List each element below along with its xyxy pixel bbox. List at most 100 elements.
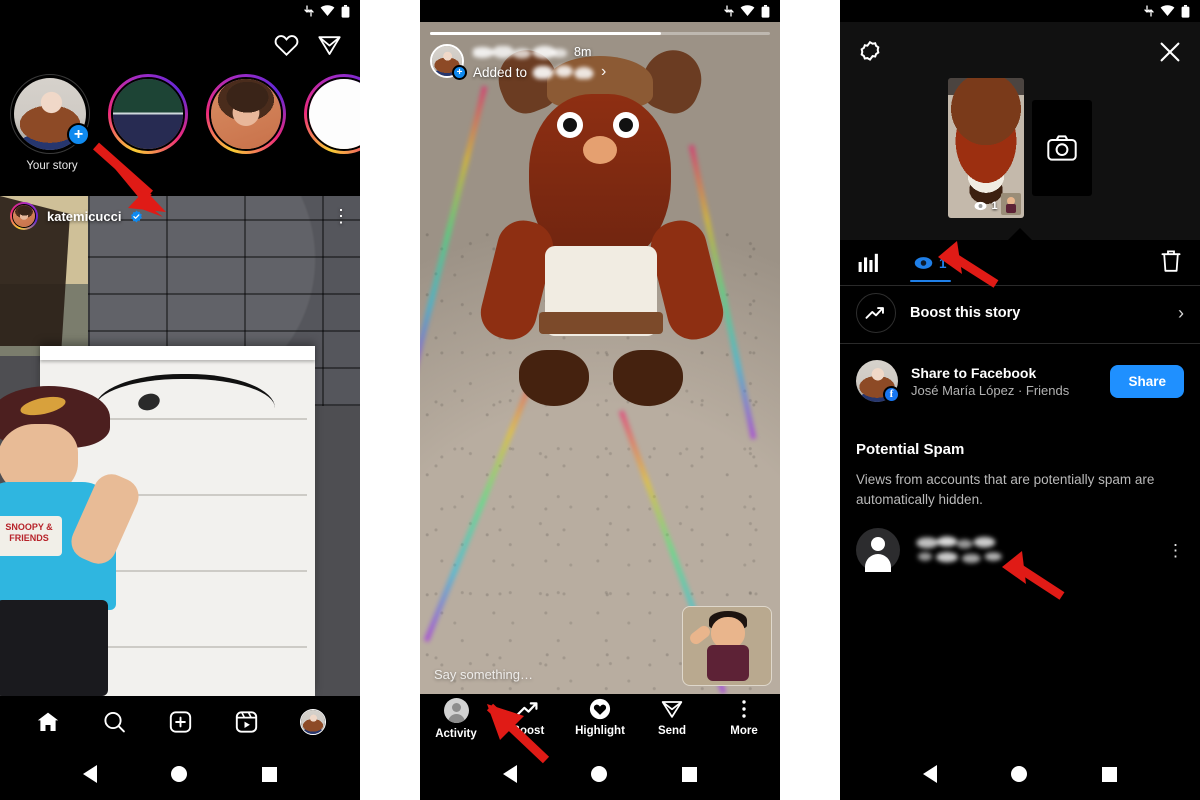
story-item-3[interactable] [304,74,360,160]
story-action-highlight[interactable]: Highlight [564,694,636,737]
post-author-avatar[interactable] [10,202,38,230]
story-item-2[interactable] [206,74,290,160]
spam-account-row[interactable]: ⋮ [840,526,1200,574]
insights-header-panel: 1 [840,22,1200,241]
selfie-preview[interactable] [682,606,772,686]
status-bar [420,0,780,22]
post-username[interactable]: katemicucci [47,209,121,224]
android-back-icon[interactable] [923,765,938,783]
reels-icon[interactable] [234,710,259,734]
insights-chart-tab[interactable] [858,240,880,286]
stories-tray[interactable]: + Your story [0,68,360,196]
feed-header [0,22,360,68]
story-action-more[interactable]: More [708,694,780,737]
story-action-send[interactable]: Send [636,694,708,737]
android-home-icon[interactable] [591,766,608,782]
potential-spam-description: Views from accounts that are potentially… [856,472,1155,507]
feed-post[interactable]: SNOOPY & FRIENDS katemicucci ⋮ [0,196,360,696]
trash-icon [1161,250,1181,272]
profile-avatar[interactable] [299,709,326,735]
android-navigation-bar[interactable] [840,748,1200,800]
android-home-icon[interactable] [1011,766,1028,782]
facebook-icon: f [883,386,900,403]
add-story-plus-icon[interactable]: + [67,123,90,146]
post-more-options-icon[interactable]: ⋮ [332,207,350,225]
reply-input-placeholder[interactable]: Say something… [434,667,533,682]
android-navigation-bar[interactable] [0,748,360,800]
viking-figurine [475,41,729,530]
boost-icon-circle [856,293,896,333]
facebook-row-title: Share to Facebook [911,364,1037,381]
phone-panel-feed: + Your story SNOOPY & FRIENDS katemicucc… [0,0,360,800]
story-action-label: More [730,725,758,737]
chevron-right-icon[interactable]: › [1178,303,1184,324]
close-icon[interactable] [1158,40,1182,64]
facebook-row-subtitle: José María López · Friends [911,382,1070,398]
wifi-icon [740,5,755,16]
direct-message-icon[interactable] [317,33,342,57]
story-action-bar[interactable]: Activity Boost Highlight Send More [420,694,780,748]
android-recents-icon[interactable] [1101,766,1117,782]
story-thumbnail-strip[interactable]: 1 [840,78,1200,218]
camera-icon [1047,135,1077,161]
story-meta: + 8m Added to › [430,44,770,81]
boost-this-story-row[interactable]: Boost this story › [840,287,1200,339]
android-recents-icon[interactable] [681,766,697,782]
android-home-icon[interactable] [171,766,188,782]
story-settings-icon[interactable] [858,40,882,64]
story-ring [304,74,360,154]
green-gradient-avatar [113,79,183,149]
story-ring [206,74,286,154]
delete-story-button[interactable] [1160,249,1182,278]
story-media[interactable]: + 8m Added to › Say something… [420,22,780,694]
spam-username-redacted [914,535,1024,565]
android-navigation-bar[interactable] [420,748,780,800]
android-recents-icon[interactable] [261,766,277,782]
shirt-text: SNOOPY & FRIENDS [0,516,62,556]
views-eye-icon [974,201,987,211]
more-options-icon [742,700,746,718]
heart-icon[interactable] [274,33,299,57]
person-in-photo: SNOOPY & FRIENDS [0,386,145,696]
home-icon[interactable] [35,710,61,734]
android-back-icon[interactable] [83,765,98,783]
story-progress-bar[interactable] [430,32,770,35]
story-thumbnail[interactable]: 1 [948,78,1024,218]
story-action-label: Boost [511,725,545,737]
viewers-tab-count: 1 [939,255,947,271]
views-eye-icon [914,257,933,269]
thumbnail-views-count: 1 [991,200,998,212]
send-paperplane-icon [661,701,683,718]
story-item-label: Your story [26,160,78,172]
white-avatar [309,79,360,149]
highlight-heart-icon [589,698,611,720]
story-item-your-story[interactable]: + Your story [10,74,94,172]
share-button[interactable]: Share [1110,364,1184,398]
phone-panel-story-insights: 1 1 Boost this story › f Share to Facebo… [840,0,1200,800]
add-story-camera-button[interactable] [1032,100,1092,196]
chevron-right-icon[interactable]: › [601,63,606,81]
search-icon[interactable] [102,710,127,734]
insights-tab-bar[interactable]: 1 [840,240,1200,286]
bottom-tab-bar[interactable] [0,696,360,748]
data-transfer-icon [1144,5,1154,17]
share-to-facebook-row[interactable]: f Share to Facebook José María López · F… [840,352,1200,410]
boost-row-label: Boost this story [910,305,1021,321]
android-back-icon[interactable] [503,765,518,783]
story-item-1[interactable] [108,74,192,160]
story-ring [108,74,188,154]
story-action-boost[interactable]: Boost [492,694,564,737]
story-action-activity[interactable]: Activity [420,694,492,740]
more-options-icon[interactable]: ⋮ [1167,542,1184,559]
story-author-avatar[interactable]: + [430,44,467,80]
verified-badge-icon [131,210,143,222]
activity-avatar-icon [443,698,469,723]
add-to-story-plus-icon[interactable]: + [452,65,467,80]
facebook-profile-avatar: f [856,360,900,403]
viewers-tab[interactable]: 1 [910,240,951,286]
create-icon[interactable] [168,710,193,734]
battery-icon [341,4,350,18]
thumbnail-selfie-pip [1001,193,1021,215]
phone-panel-story-view: + 8m Added to › Say something… Activity … [420,0,780,800]
data-transfer-icon [724,5,734,17]
